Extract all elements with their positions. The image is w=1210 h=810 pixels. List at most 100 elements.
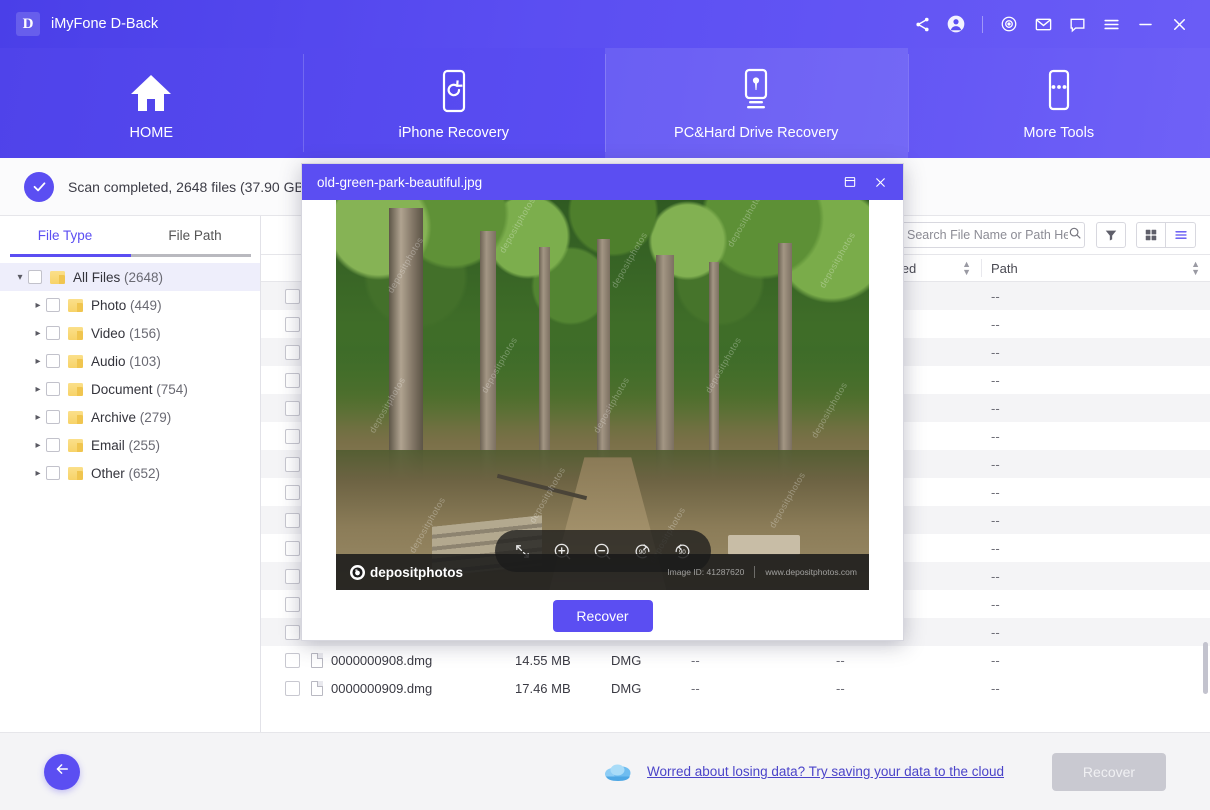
- row-checkbox[interactable]: [285, 484, 300, 500]
- tree-item-audio[interactable]: ▸ Audio (103): [0, 347, 260, 375]
- main-nav: HOME iPhone Recovery PC&Hard Drive Recov…: [0, 48, 1210, 158]
- minimize-button[interactable]: [1128, 7, 1162, 41]
- sidebar-tab-file-path[interactable]: File Path: [130, 216, 260, 254]
- row-checkbox[interactable]: [285, 512, 300, 528]
- sort-icon[interactable]: ▲▼: [962, 260, 971, 277]
- tree-checkbox[interactable]: [46, 354, 60, 368]
- nav-item-pc-hard-drive-recovery[interactable]: PC&Hard Drive Recovery: [605, 48, 908, 158]
- tree-item-email[interactable]: ▸ Email (255): [0, 431, 260, 459]
- tree-checkbox[interactable]: [46, 438, 60, 452]
- recover-button[interactable]: Recover: [1052, 752, 1166, 791]
- park-bench: [727, 534, 800, 555]
- dialog-body: depositphotos depositphotos depositphoto…: [302, 200, 903, 590]
- list-view-icon[interactable]: [1166, 222, 1196, 248]
- mail-icon[interactable]: [1026, 7, 1060, 41]
- table-header-checkbox-col: [261, 254, 301, 282]
- row-checkbox[interactable]: [285, 568, 300, 584]
- cell-type: DMG: [611, 680, 642, 696]
- row-checkbox[interactable]: [285, 372, 300, 388]
- cloud-promo: Worred about losing data? Try saving you…: [603, 761, 1004, 783]
- maximize-icon[interactable]: [835, 164, 865, 200]
- filter-icon[interactable]: [1096, 222, 1126, 248]
- chevron-right-icon[interactable]: ▸: [30, 300, 46, 311]
- row-checkbox[interactable]: [285, 288, 300, 304]
- table-row[interactable]: 0000000908.dmg 14.55 MB DMG -- -- --: [261, 646, 1210, 674]
- tree-item-photo[interactable]: ▸ Photo (449): [0, 291, 260, 319]
- sidebar-tab-underline-active: [10, 254, 131, 257]
- row-checkbox[interactable]: [285, 680, 300, 696]
- cloud-backup-link[interactable]: Worred about losing data? Try saving you…: [647, 764, 1004, 779]
- row-checkbox[interactable]: [285, 400, 300, 416]
- cell-path: --: [991, 288, 1000, 304]
- tree-item-other[interactable]: ▸ Other (652): [0, 459, 260, 487]
- titlebar-divider: [982, 15, 983, 33]
- cell-path: --: [991, 680, 1000, 696]
- nav-label-home: HOME: [129, 124, 174, 141]
- cell-size: 14.55 MB: [515, 652, 571, 668]
- app-window: D iMyFone D-Back HOME iPhone Recovery PC…: [0, 0, 1210, 810]
- cell-name-text: 0000000908.dmg: [331, 652, 433, 668]
- nav-item-more-tools[interactable]: More Tools: [907, 48, 1210, 158]
- row-checkbox[interactable]: [285, 596, 300, 612]
- watermark-divider: [754, 566, 756, 578]
- close-icon[interactable]: [865, 164, 895, 200]
- search-input[interactable]: [907, 228, 1068, 242]
- tree-item-all-files[interactable]: ▾ All Files (2648): [0, 263, 260, 291]
- account-icon[interactable]: [939, 7, 973, 41]
- tree-checkbox[interactable]: [28, 270, 42, 284]
- chevron-right-icon[interactable]: ▸: [30, 468, 46, 479]
- chat-icon[interactable]: [1060, 7, 1094, 41]
- grid-view-icon[interactable]: [1136, 222, 1166, 248]
- nav-label-pc-hard-drive-recovery: PC&Hard Drive Recovery: [674, 124, 839, 141]
- folder-icon: [50, 270, 65, 284]
- target-icon[interactable]: [992, 7, 1026, 41]
- app-logo-letter: D: [22, 15, 34, 32]
- tree-label: Audio: [91, 353, 126, 369]
- sidebar-tab-file-type[interactable]: File Type: [0, 216, 130, 254]
- table-row[interactable]: 0000000909.dmg 17.46 MB DMG -- -- --: [261, 674, 1210, 700]
- tree-item-archive[interactable]: ▸ Archive (279): [0, 403, 260, 431]
- chevron-right-icon[interactable]: ▸: [30, 440, 46, 451]
- folder-icon: [68, 326, 83, 340]
- row-checkbox[interactable]: [285, 456, 300, 472]
- search-icon[interactable]: [1068, 226, 1082, 245]
- folder-icon: [68, 410, 83, 424]
- close-button[interactable]: [1162, 7, 1196, 41]
- image-preview-area[interactable]: depositphotos depositphotos depositphoto…: [336, 200, 869, 590]
- nav-item-home[interactable]: HOME: [0, 48, 303, 158]
- folder-icon: [68, 298, 83, 312]
- tree-checkbox[interactable]: [46, 466, 60, 480]
- sort-icon[interactable]: ▲▼: [1191, 260, 1200, 277]
- chevron-right-icon[interactable]: ▸: [30, 356, 46, 367]
- dialog-recover-button[interactable]: Recover: [552, 600, 653, 632]
- search-box[interactable]: [899, 222, 1085, 248]
- row-checkbox[interactable]: [285, 428, 300, 444]
- share-icon[interactable]: [905, 7, 939, 41]
- vertical-scrollbar-thumb[interactable]: [1203, 642, 1208, 694]
- row-checkbox[interactable]: [285, 652, 300, 668]
- nav-item-iphone-recovery[interactable]: iPhone Recovery: [302, 48, 606, 158]
- tree-checkbox[interactable]: [46, 298, 60, 312]
- chevron-right-icon[interactable]: ▸: [30, 328, 46, 339]
- back-button[interactable]: [44, 753, 80, 790]
- row-checkbox[interactable]: [285, 624, 300, 640]
- row-checkbox[interactable]: [285, 540, 300, 556]
- chevron-right-icon[interactable]: ▸: [30, 384, 46, 395]
- row-checkbox[interactable]: [285, 316, 300, 332]
- tree-item-video[interactable]: ▸ Video (156): [0, 319, 260, 347]
- tree-checkbox[interactable]: [46, 410, 60, 424]
- row-checkbox[interactable]: [285, 344, 300, 360]
- chevron-right-icon[interactable]: ▸: [30, 412, 46, 423]
- tree-checkbox[interactable]: [46, 326, 60, 340]
- chevron-down-icon[interactable]: ▾: [12, 272, 28, 283]
- nav-label-iphone-recovery: iPhone Recovery: [398, 124, 509, 141]
- view-buttons: [1096, 222, 1196, 248]
- tree-checkbox[interactable]: [46, 382, 60, 396]
- tree-item-document[interactable]: ▸ Document (754): [0, 375, 260, 403]
- cell-path: --: [991, 652, 1000, 668]
- folder-icon: [68, 438, 83, 452]
- menu-icon[interactable]: [1094, 7, 1128, 41]
- table-header-path[interactable]: Path ▲ ▼: [981, 254, 1210, 282]
- cell-date-modified: --: [836, 680, 845, 696]
- dialog-title-bar: old-green-park-beautiful.jpg: [302, 164, 903, 200]
